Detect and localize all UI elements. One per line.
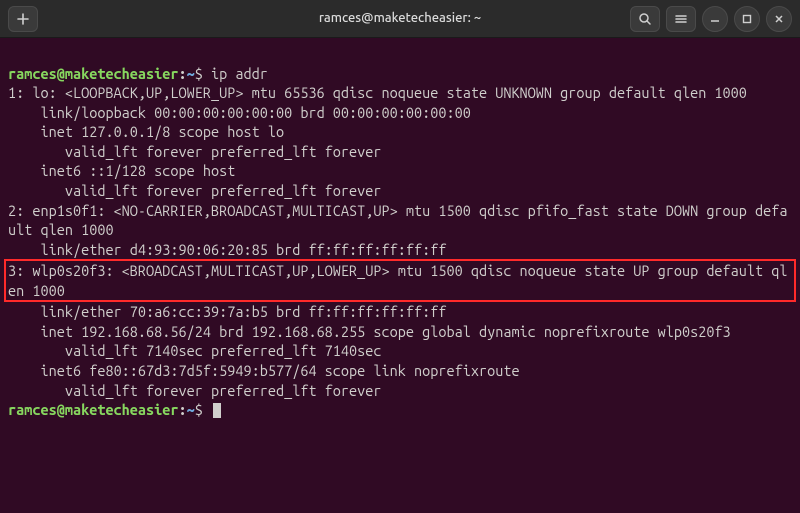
- prompt-line: ramces@maketecheasier:~$ ip addr: [8, 65, 268, 82]
- prompt-dollar: $: [195, 65, 203, 82]
- titlebar-right: [612, 6, 792, 32]
- plus-icon: [16, 12, 30, 26]
- output-line: inet 127.0.0.1/8 scope host lo: [8, 123, 284, 140]
- minimize-icon: [710, 14, 720, 24]
- output-line: inet6 fe80::67d3:7d5f:5949:b577/64 scope…: [8, 362, 520, 379]
- output-line: inet6 ::1/128 scope host: [8, 162, 235, 179]
- prompt-userhost: ramces@maketecheasier: [8, 401, 179, 418]
- command-text: ip addr: [211, 65, 268, 82]
- output-line: valid_lft forever preferred_lft forever: [8, 143, 382, 160]
- maximize-icon: [742, 14, 752, 24]
- titlebar-left: [8, 6, 188, 32]
- cursor: [213, 403, 221, 418]
- output-line: valid_lft forever preferred_lft forever: [8, 382, 382, 399]
- output-line: valid_lft 7140sec preferred_lft 7140sec: [8, 342, 382, 359]
- output-line: 1: lo: <LOOPBACK,UP,LOWER_UP> mtu 65536 …: [8, 84, 747, 101]
- window-title: ramces@maketecheasier: ~: [188, 10, 612, 28]
- search-button[interactable]: [630, 6, 660, 32]
- output-line: 2: enp1s0f1: <NO-CARRIER,BROADCAST,MULTI…: [8, 202, 788, 239]
- titlebar: ramces@maketecheasier: ~: [0, 0, 800, 38]
- output-line: link/ether d4:93:90:06:20:85 brd ff:ff:f…: [8, 241, 446, 258]
- output-line: valid_lft forever preferred_lft forever: [8, 182, 382, 199]
- new-tab-button[interactable]: [8, 6, 38, 32]
- prompt-colon: :: [179, 401, 187, 418]
- search-icon: [638, 12, 652, 26]
- output-line: inet 192.168.68.56/24 brd 192.168.68.255…: [8, 323, 731, 340]
- prompt-line: ramces@maketecheasier:~$: [8, 401, 221, 418]
- minimize-button[interactable]: [702, 6, 728, 32]
- prompt-path: ~: [187, 401, 195, 418]
- hamburger-icon: [674, 12, 688, 26]
- output-line: link/loopback 00:00:00:00:00:00 brd 00:0…: [8, 104, 471, 121]
- prompt-dollar: $: [195, 401, 203, 418]
- maximize-button[interactable]: [734, 6, 760, 32]
- output-line: link/ether 70:a6:cc:39:7a:b5 brd ff:ff:f…: [8, 303, 446, 320]
- close-icon: [774, 14, 784, 24]
- menu-button[interactable]: [666, 6, 696, 32]
- terminal-canvas[interactable]: ramces@maketecheasier:~$ ip addr 1: lo: …: [0, 38, 800, 426]
- output-line: 3: wlp0s20f3: <BROADCAST,MULTICAST,UP,LO…: [8, 262, 788, 299]
- highlighted-interface-line: 3: wlp0s20f3: <BROADCAST,MULTICAST,UP,LO…: [4, 259, 796, 302]
- prompt-path: ~: [187, 65, 195, 82]
- prompt-colon: :: [179, 65, 187, 82]
- prompt-userhost: ramces@maketecheasier: [8, 65, 179, 82]
- close-button[interactable]: [766, 6, 792, 32]
